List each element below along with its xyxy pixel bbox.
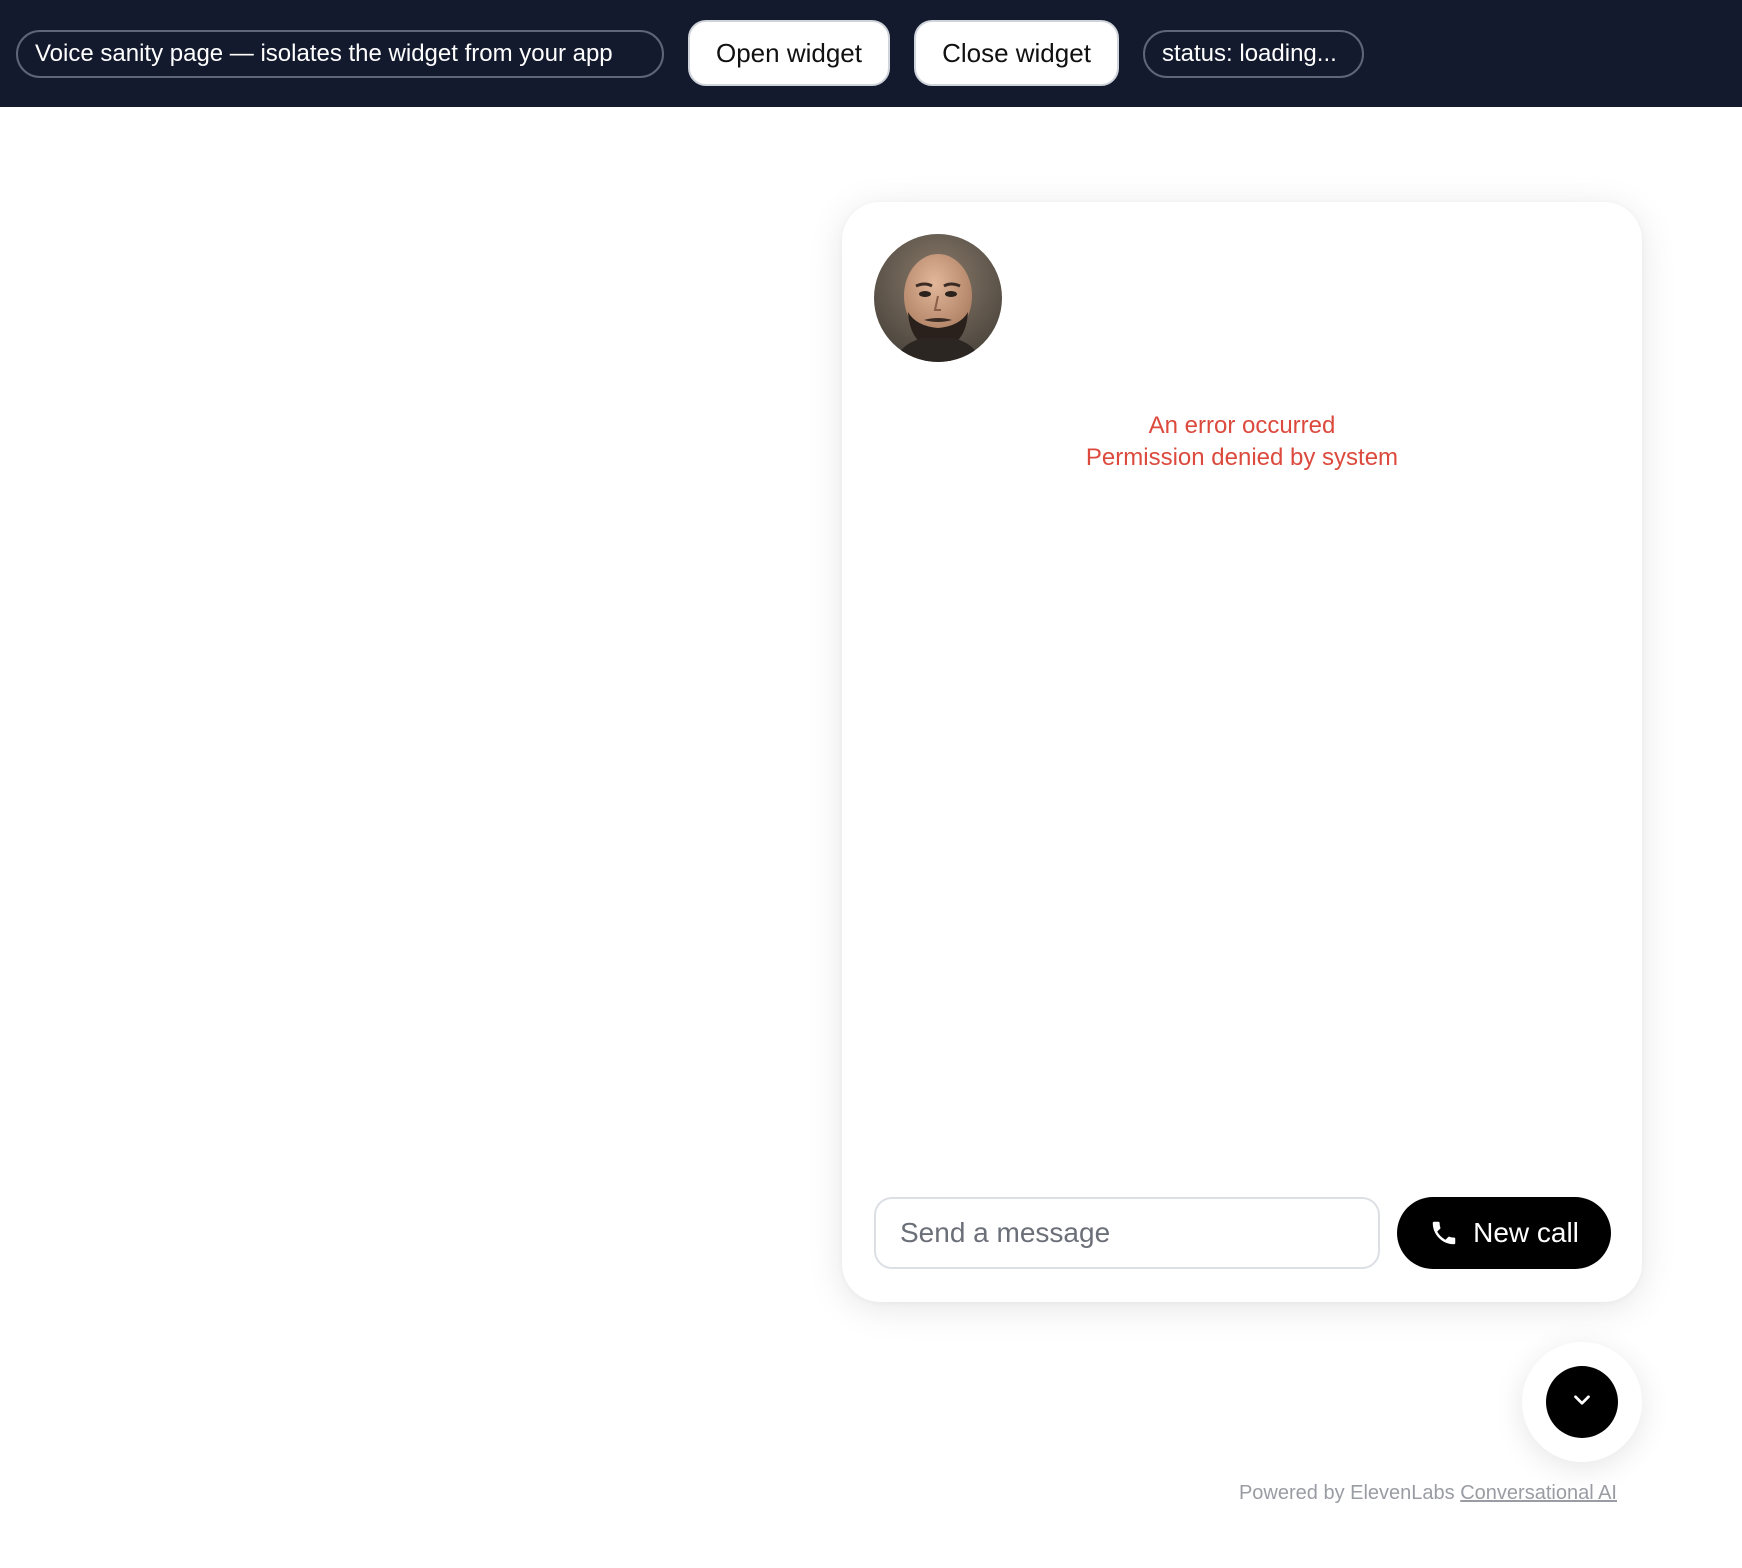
error-title: An error occurred	[1148, 412, 1336, 439]
widget-toggle-container	[1522, 1342, 1642, 1462]
chevron-down-icon	[1569, 1387, 1595, 1418]
collapse-widget-button[interactable]	[1546, 1366, 1618, 1438]
conversational-ai-link[interactable]: Conversational AI	[1460, 1482, 1617, 1504]
error-message: An error occurred Permission denied by s…	[842, 410, 1642, 474]
close-widget-button[interactable]: Close widget	[914, 20, 1119, 86]
page-title-pill: Voice sanity page — isolates the widget …	[16, 30, 664, 78]
status-pill: status: loading...	[1143, 30, 1364, 78]
voice-widget-panel: An error occurred Permission denied by s…	[842, 202, 1642, 1302]
error-detail: Permission denied by system	[1085, 444, 1399, 471]
message-input[interactable]	[874, 1197, 1380, 1269]
top-bar: Voice sanity page — isolates the widget …	[0, 0, 1742, 107]
new-call-button[interactable]: New call	[1397, 1197, 1611, 1269]
new-call-label: New call	[1473, 1217, 1579, 1248]
open-widget-button[interactable]: Open widget	[688, 20, 890, 86]
agent-avatar	[874, 234, 1002, 362]
phone-icon	[1429, 1218, 1459, 1248]
powered-by: Powered by ElevenLabs Conversational AI	[1239, 1482, 1617, 1505]
powered-by-text: Powered by ElevenLabs	[1238, 1482, 1455, 1504]
